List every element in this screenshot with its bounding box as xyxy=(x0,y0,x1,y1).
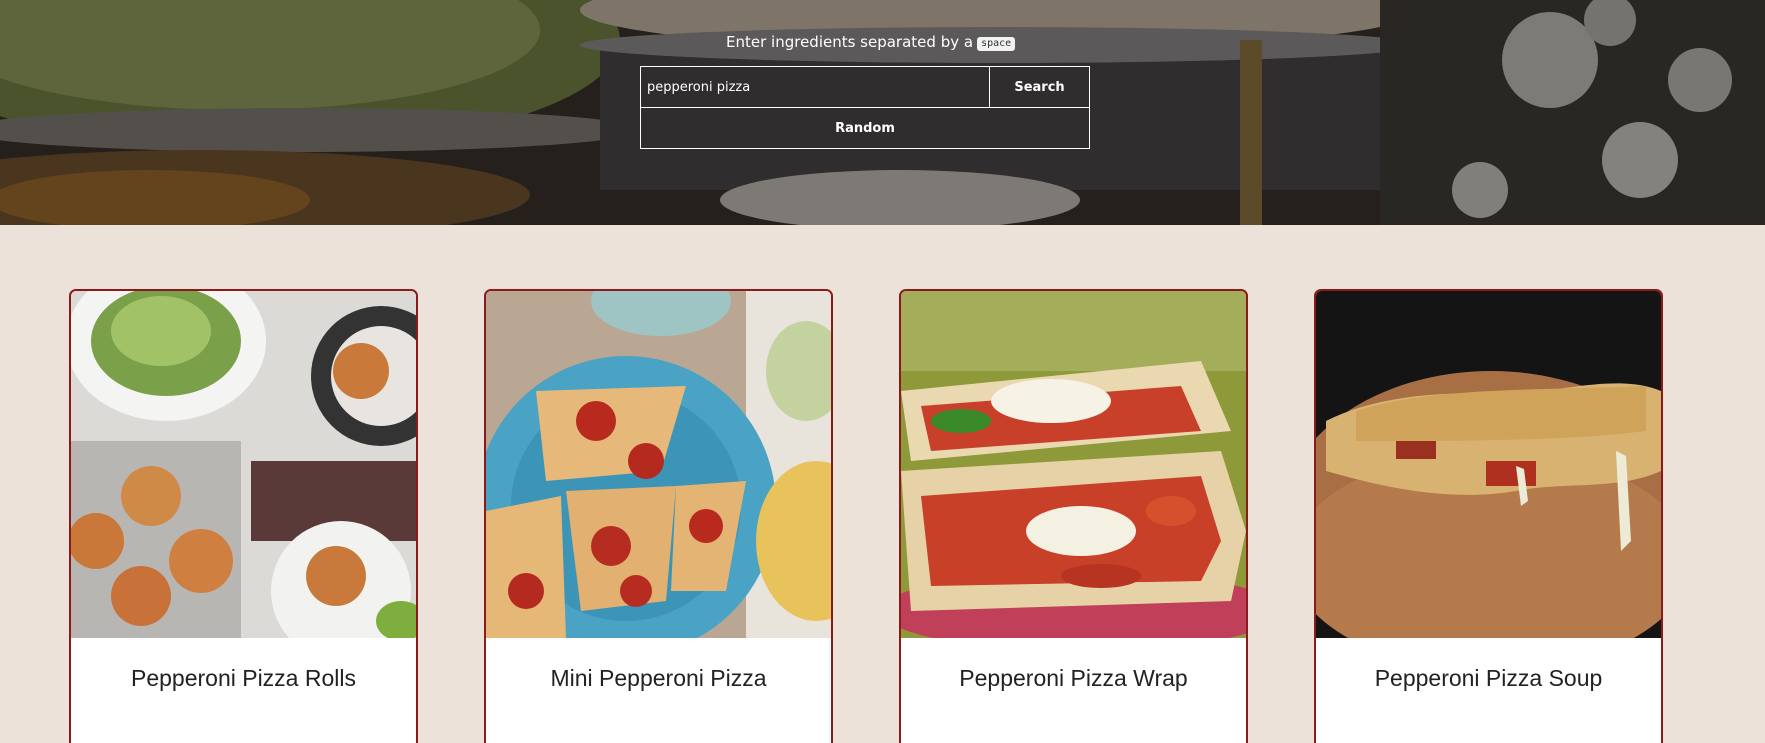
ingredients-search-input[interactable] xyxy=(641,67,990,107)
recipe-image[interactable] xyxy=(901,291,1246,638)
random-button[interactable]: Random xyxy=(640,108,1090,149)
recipe-card[interactable]: Pepperoni Pizza Rolls xyxy=(69,289,418,743)
recipe-title[interactable]: Pepperoni Pizza Wrap xyxy=(901,665,1246,692)
hero-banner: Enter ingredients separated by aspace Se… xyxy=(0,0,1765,225)
recipe-image[interactable] xyxy=(1316,291,1661,638)
recipe-title[interactable]: Mini Pepperoni Pizza xyxy=(486,665,831,692)
recipe-title[interactable]: Pepperoni Pizza Soup xyxy=(1316,665,1661,692)
recipe-card-grid: Pepperoni Pizza Rolls Mini Pepperoni Piz… xyxy=(69,289,1663,743)
recipe-title[interactable]: Pepperoni Pizza Rolls xyxy=(71,665,416,692)
search-hint-text: Enter ingredients separated by a xyxy=(726,33,974,51)
recipe-card[interactable]: Mini Pepperoni Pizza xyxy=(484,289,833,743)
recipe-image[interactable] xyxy=(486,291,831,638)
search-hint: Enter ingredients separated by a space xyxy=(726,32,1016,52)
search-button[interactable]: Search xyxy=(990,67,1089,107)
recipe-image[interactable] xyxy=(71,291,416,638)
search-row: Search xyxy=(640,66,1090,108)
recipe-card[interactable]: Pepperoni Pizza Soup xyxy=(1314,289,1663,743)
space-key-badge: space xyxy=(977,37,1016,51)
recipe-card[interactable]: Pepperoni Pizza Wrap xyxy=(899,289,1248,743)
